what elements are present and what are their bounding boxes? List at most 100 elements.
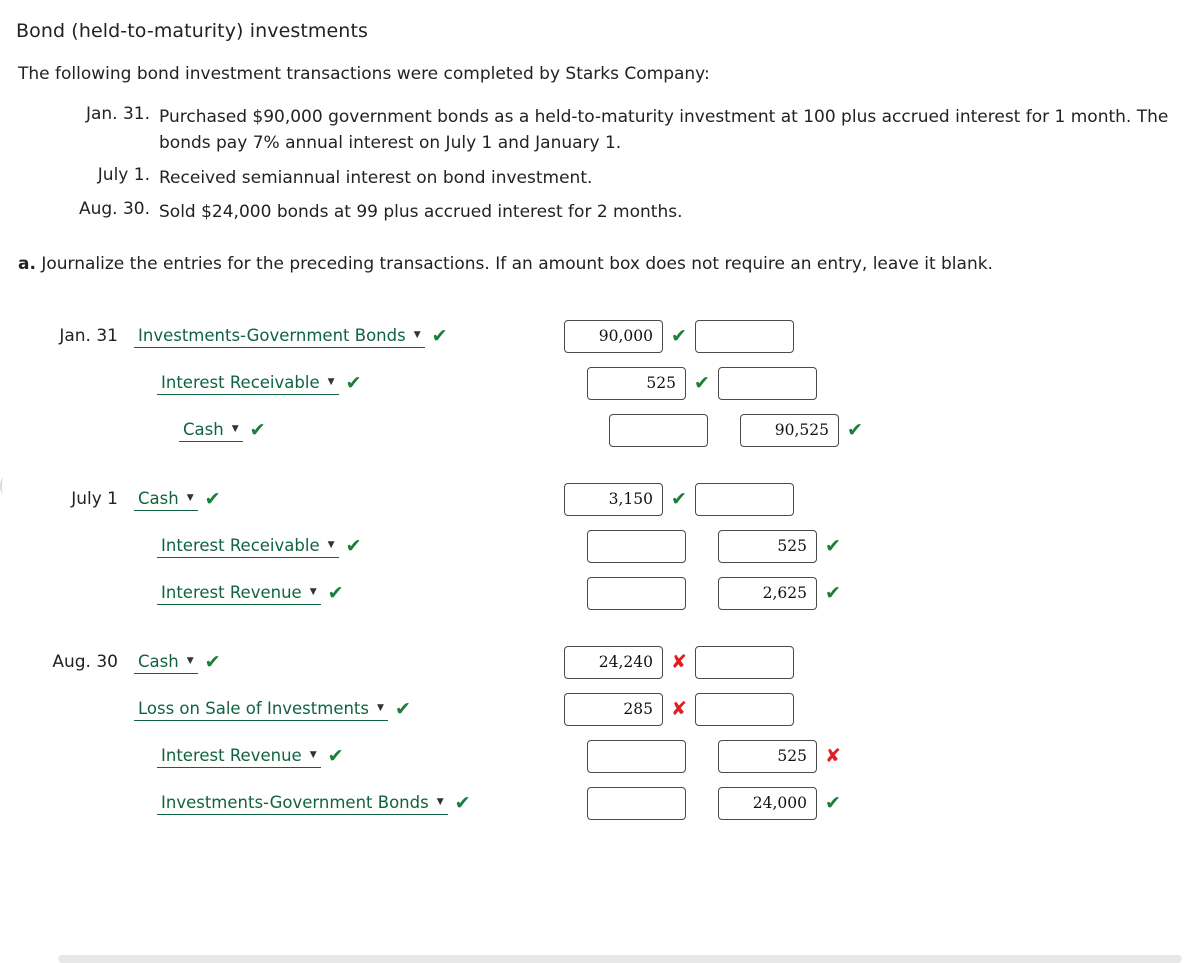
amount-columns: 525 ✘ <box>587 739 849 773</box>
debit-check-icon: ✔ <box>671 488 687 511</box>
credit-amount-input[interactable] <box>695 482 794 516</box>
amount-columns: 3,150 ✔ <box>564 482 826 516</box>
amount-columns: 90,000 ✔ <box>564 319 826 353</box>
account-check-icon: ✔ <box>204 487 221 510</box>
account-check-icon: ✔ <box>204 650 221 673</box>
account-select-label: Cash <box>138 651 179 671</box>
chevron-down-icon: ▼ <box>413 329 421 340</box>
account-select-label: Cash <box>183 419 224 439</box>
account-select[interactable]: Cash ▼ <box>134 488 198 511</box>
page-title: Bond (held-to-maturity) investments <box>16 20 368 42</box>
chevron-down-icon: ▼ <box>377 702 384 713</box>
journal-row: July 1 Cash ▼ ✔ 3,150 ✔ <box>0 476 1200 523</box>
credit-amount-input[interactable] <box>695 645 794 679</box>
credit-amount-input[interactable]: 525 <box>718 529 817 563</box>
journal-row: Cash ▼ ✔ 90,525 ✔ <box>0 407 1200 454</box>
chevron-down-icon: ▼ <box>309 586 317 597</box>
debit-check-icon: ✔ <box>694 372 710 395</box>
account-cell: Interest Revenue ▼ ✔ <box>126 582 587 605</box>
worksheet-page: Bond (held-to-maturity) investments The … <box>0 0 1200 963</box>
account-cell: Cash ▼ ✔ <box>126 651 564 674</box>
debit-amount-input[interactable]: 285 <box>564 692 663 726</box>
debit-amount-input[interactable] <box>609 413 708 447</box>
requirement-text: Journalize the entries for the preceding… <box>41 254 993 275</box>
debit-amount-input[interactable]: 90,000 <box>564 319 663 353</box>
account-select[interactable]: Interest Revenue ▼ <box>157 745 321 768</box>
debit-amount-input[interactable]: 24,240 <box>564 645 663 679</box>
journal-entry-group: July 1 Cash ▼ ✔ 3,150 ✔ Interest Receiva… <box>0 476 1200 617</box>
journal-row: Interest Revenue ▼ ✔ 2,625 ✔ <box>0 570 1200 617</box>
credit-check-icon: ✔ <box>847 419 863 442</box>
amount-columns: 285 ✘ <box>564 692 826 726</box>
account-cell: Interest Receivable ▼ ✔ <box>126 372 587 395</box>
credit-amount-input[interactable] <box>695 692 794 726</box>
journal-row: Interest Revenue ▼ ✔ 525 ✘ <box>0 733 1200 780</box>
chevron-down-icon: ▼ <box>231 423 239 434</box>
account-check-icon: ✔ <box>327 581 344 604</box>
debit-cross-icon: ✘ <box>671 651 687 674</box>
account-check-icon: ✔ <box>249 418 266 441</box>
account-select-label: Interest Revenue <box>161 745 302 765</box>
credit-check-icon: ✔ <box>825 792 841 815</box>
account-cell: Investments-Government Bonds ▼ ✔ <box>126 792 587 815</box>
account-select[interactable]: Interest Receivable ▼ <box>157 372 339 395</box>
credit-amount-input[interactable]: 525 <box>718 739 817 773</box>
debit-amount-input[interactable] <box>587 739 686 773</box>
account-cell: Investments-Government Bonds ▼ ✔ <box>126 325 564 348</box>
account-select[interactable]: Interest Revenue ▼ <box>157 582 321 605</box>
account-select[interactable]: Investments-Government Bonds ▼ <box>134 325 425 348</box>
account-select-label: Investments-Government Bonds <box>138 325 406 345</box>
credit-amount-input[interactable] <box>695 319 794 353</box>
account-select[interactable]: Investments-Government Bonds ▼ <box>157 792 448 815</box>
account-select-label: Investments-Government Bonds <box>161 792 429 812</box>
debit-amount-input[interactable] <box>587 786 686 820</box>
amount-columns: 525 ✔ <box>587 529 849 563</box>
intro-text: The following bond investment transactio… <box>18 64 710 84</box>
debit-amount-input[interactable]: 3,150 <box>564 482 663 516</box>
credit-amount-input[interactable]: 90,525 <box>740 413 839 447</box>
account-check-icon: ✔ <box>394 697 411 720</box>
credit-amount-input[interactable]: 24,000 <box>718 786 817 820</box>
transaction-description: Received semiannual interest on bond inv… <box>159 167 593 188</box>
amount-columns: 24,000 ✔ <box>587 786 849 820</box>
debit-cross-icon: ✘ <box>671 698 687 721</box>
account-select-label: Interest Revenue <box>161 582 302 602</box>
amount-columns: 90,525 ✔ <box>609 413 871 447</box>
account-cell: Interest Receivable ▼ ✔ <box>126 535 587 558</box>
account-check-icon: ✔ <box>327 744 344 767</box>
account-select[interactable]: Loss on Sale of Investments ▼ <box>134 698 388 721</box>
transaction-item: July 1. Received semiannual interest on … <box>0 165 1200 191</box>
transaction-item: Aug. 30. Sold $24,000 bonds at 99 plus a… <box>0 199 1200 225</box>
account-select[interactable]: Cash ▼ <box>179 419 243 442</box>
credit-amount-input[interactable] <box>718 366 817 400</box>
account-cell: Loss on Sale of Investments ▼ ✔ <box>126 698 564 721</box>
debit-amount-input[interactable]: 525 <box>587 366 686 400</box>
chevron-down-icon: ▼ <box>309 749 317 760</box>
account-select[interactable]: Interest Receivable ▼ <box>157 535 339 558</box>
debit-amount-input[interactable] <box>587 529 686 563</box>
journal-row: Aug. 30 Cash ▼ ✔ 24,240 ✘ <box>0 639 1200 686</box>
account-check-icon: ✔ <box>345 371 362 394</box>
credit-amount-input[interactable]: 2,625 <box>718 576 817 610</box>
account-check-icon: ✔ <box>345 534 362 557</box>
journal-entry-group: Aug. 30 Cash ▼ ✔ 24,240 ✘ Loss on Sale o… <box>0 639 1200 827</box>
debit-check-icon: ✔ <box>671 325 687 348</box>
transaction-date: July 1. <box>97 164 150 185</box>
page-bottom-divider <box>58 955 1182 963</box>
transaction-description: Purchased $90,000 government bonds as a … <box>159 107 1169 154</box>
account-select[interactable]: Cash ▼ <box>134 651 198 674</box>
account-select-label: Interest Receivable <box>161 372 320 392</box>
transaction-item: Jan. 31. Purchased $90,000 government bo… <box>0 104 1200 157</box>
debit-amount-input[interactable] <box>587 576 686 610</box>
transaction-description: Sold $24,000 bonds at 99 plus accrued in… <box>159 202 683 223</box>
account-select-label: Loss on Sale of Investments <box>138 698 369 718</box>
account-cell: Cash ▼ ✔ <box>126 419 609 442</box>
requirement-label: a. <box>18 254 36 275</box>
amount-columns: 525 ✔ <box>587 366 849 400</box>
entry-date: Aug. 30 <box>52 652 118 673</box>
credit-cross-icon: ✘ <box>825 745 841 768</box>
account-check-icon: ✔ <box>431 324 448 347</box>
journal-row: Investments-Government Bonds ▼ ✔ 24,000 … <box>0 780 1200 827</box>
chevron-down-icon: ▼ <box>186 492 194 503</box>
amount-columns: 24,240 ✘ <box>564 645 826 679</box>
